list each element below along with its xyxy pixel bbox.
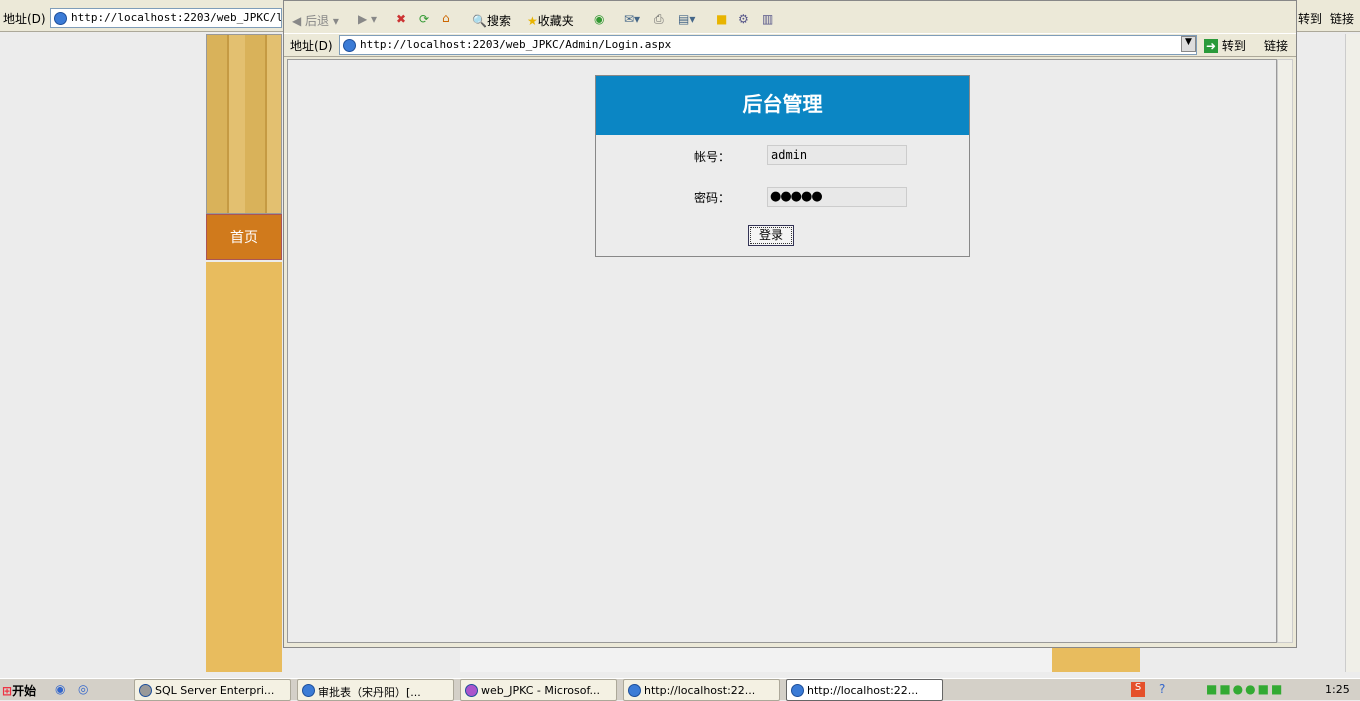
quicklaunch-desktop-icon[interactable]: ◎ — [78, 682, 88, 696]
task-ie-1[interactable]: http://localhost:22... — [623, 679, 780, 701]
task-label: http://localhost:22... — [807, 684, 919, 697]
start-button[interactable]: ⊞开始 — [2, 682, 36, 699]
sidebar-background — [206, 262, 282, 672]
back-button[interactable]: ◀ 后退 ▾ — [292, 12, 339, 29]
ie-icon — [628, 684, 641, 697]
nav-home[interactable]: 首页 — [206, 214, 282, 260]
go-label: 转到 — [1221, 39, 1246, 53]
task-word-doc[interactable]: 审批表（宋丹阳）[... — [297, 679, 454, 701]
edit-icon[interactable]: ▤▾ — [678, 12, 695, 26]
front-browser-window: ◀ 后退 ▾ ▶ ▾ ✖ ⟳ ⌂ 🔍搜索 ★收藏夹 ◉ ✉▾ ⎙ ▤▾ ■ ⚙ … — [283, 0, 1297, 648]
tray-help-icon[interactable]: ? — [1159, 682, 1165, 696]
home-icon[interactable]: ⌂ — [442, 11, 450, 25]
back-scrollbar[interactable] — [1345, 34, 1360, 672]
login-panel: 后台管理 帐号： admin 密码： ●●●●● 登录 — [595, 75, 970, 257]
address-label: 地址(D) — [290, 39, 333, 53]
stop-icon[interactable]: ✖ — [396, 12, 406, 26]
account-input[interactable]: admin — [767, 145, 907, 165]
task-ie-2-active[interactable]: http://localhost:22... — [786, 679, 943, 701]
task-label: SQL Server Enterpri... — [155, 684, 275, 697]
clock: 1:25 — [1325, 683, 1350, 696]
windows-logo-icon: ⊞ — [2, 684, 13, 698]
favorites-button[interactable]: ★收藏夹 — [527, 12, 574, 29]
ie-page-icon — [54, 12, 67, 25]
refresh-icon[interactable]: ⟳ — [419, 12, 429, 26]
password-label: 密码： — [694, 191, 731, 205]
star-icon: ★ — [527, 14, 538, 28]
account-label: 帐号： — [694, 150, 731, 164]
task-sql-server[interactable]: SQL Server Enterpri... — [134, 679, 291, 701]
wood-banner-image — [206, 34, 282, 214]
forward-button[interactable]: ▶ ▾ — [358, 12, 377, 26]
research-icon[interactable]: ▥ — [762, 12, 773, 26]
login-button[interactable]: 登录 — [748, 225, 794, 246]
favorites-label: 收藏夹 — [537, 14, 574, 28]
links-button[interactable]: 链接 — [1264, 37, 1288, 54]
back-url-input[interactable]: http://localhost:2203/web_JPKC/lyb. — [50, 8, 282, 28]
history-icon[interactable]: ◉ — [594, 12, 604, 26]
ie-page-icon — [343, 39, 356, 52]
back-url-text: http://localhost:2203/web_JPKC/lyb. — [71, 11, 282, 24]
url-dropdown-icon[interactable]: ▼ — [1181, 36, 1196, 52]
back-footer-block — [1052, 645, 1140, 672]
search-button[interactable]: 🔍搜索 — [472, 12, 511, 29]
start-label: 开始 — [12, 684, 37, 698]
messenger-icon[interactable]: ⚙ — [738, 12, 749, 26]
quicklaunch-ie-icon[interactable]: ◉ — [55, 682, 65, 696]
address-label: 地址(D) — [3, 12, 46, 26]
back-links-button[interactable]: 链接 — [1330, 10, 1354, 27]
back-go-button[interactable]: 转到 — [1298, 10, 1322, 27]
print-icon[interactable]: ⎙ — [654, 12, 664, 27]
tray-icons[interactable]: ■■●●■■ — [1206, 682, 1284, 696]
app-icon — [139, 684, 152, 697]
front-toolbar: ◀ 后退 ▾ ▶ ▾ ✖ ⟳ ⌂ 🔍搜索 ★收藏夹 ◉ ✉▾ ⎙ ▤▾ ■ ⚙ … — [284, 9, 1296, 33]
word-icon — [302, 684, 315, 697]
vs-icon — [465, 684, 478, 697]
go-button[interactable]: ➜ 转到 — [1204, 37, 1246, 54]
ie-icon — [791, 684, 804, 697]
mail-icon[interactable]: ✉▾ — [624, 12, 640, 26]
page-viewport: 后台管理 帐号： admin 密码： ●●●●● 登录 — [287, 59, 1277, 643]
notes-icon[interactable]: ■ — [716, 12, 727, 26]
task-visual-studio[interactable]: web_JPKC - Microsof... — [460, 679, 617, 701]
back-page-footer — [460, 645, 1052, 672]
password-input[interactable]: ●●●●● — [767, 187, 907, 207]
url-input[interactable]: http://localhost:2203/web_JPKC/Admin/Log… — [339, 35, 1197, 55]
go-arrow-icon: ➜ — [1204, 39, 1219, 53]
task-label: http://localhost:22... — [644, 684, 756, 697]
tray-s-icon[interactable]: S — [1131, 682, 1145, 697]
front-address-bar: 地址(D) http://localhost:2203/web_JPKC/Adm… — [284, 33, 1296, 57]
url-text: http://localhost:2203/web_JPKC/Admin/Log… — [360, 38, 672, 51]
taskbar: ⊞开始 ◉ ◎ SQL Server Enterpri... 审批表（宋丹阳）[… — [0, 678, 1360, 701]
vertical-scrollbar[interactable] — [1277, 59, 1293, 643]
back-label: 后退 — [305, 14, 330, 28]
task-label: 审批表（宋丹阳）[... — [318, 686, 421, 699]
login-title: 后台管理 — [596, 76, 969, 135]
task-label: web_JPKC - Microsof... — [481, 684, 601, 697]
search-label: 搜索 — [486, 14, 511, 28]
